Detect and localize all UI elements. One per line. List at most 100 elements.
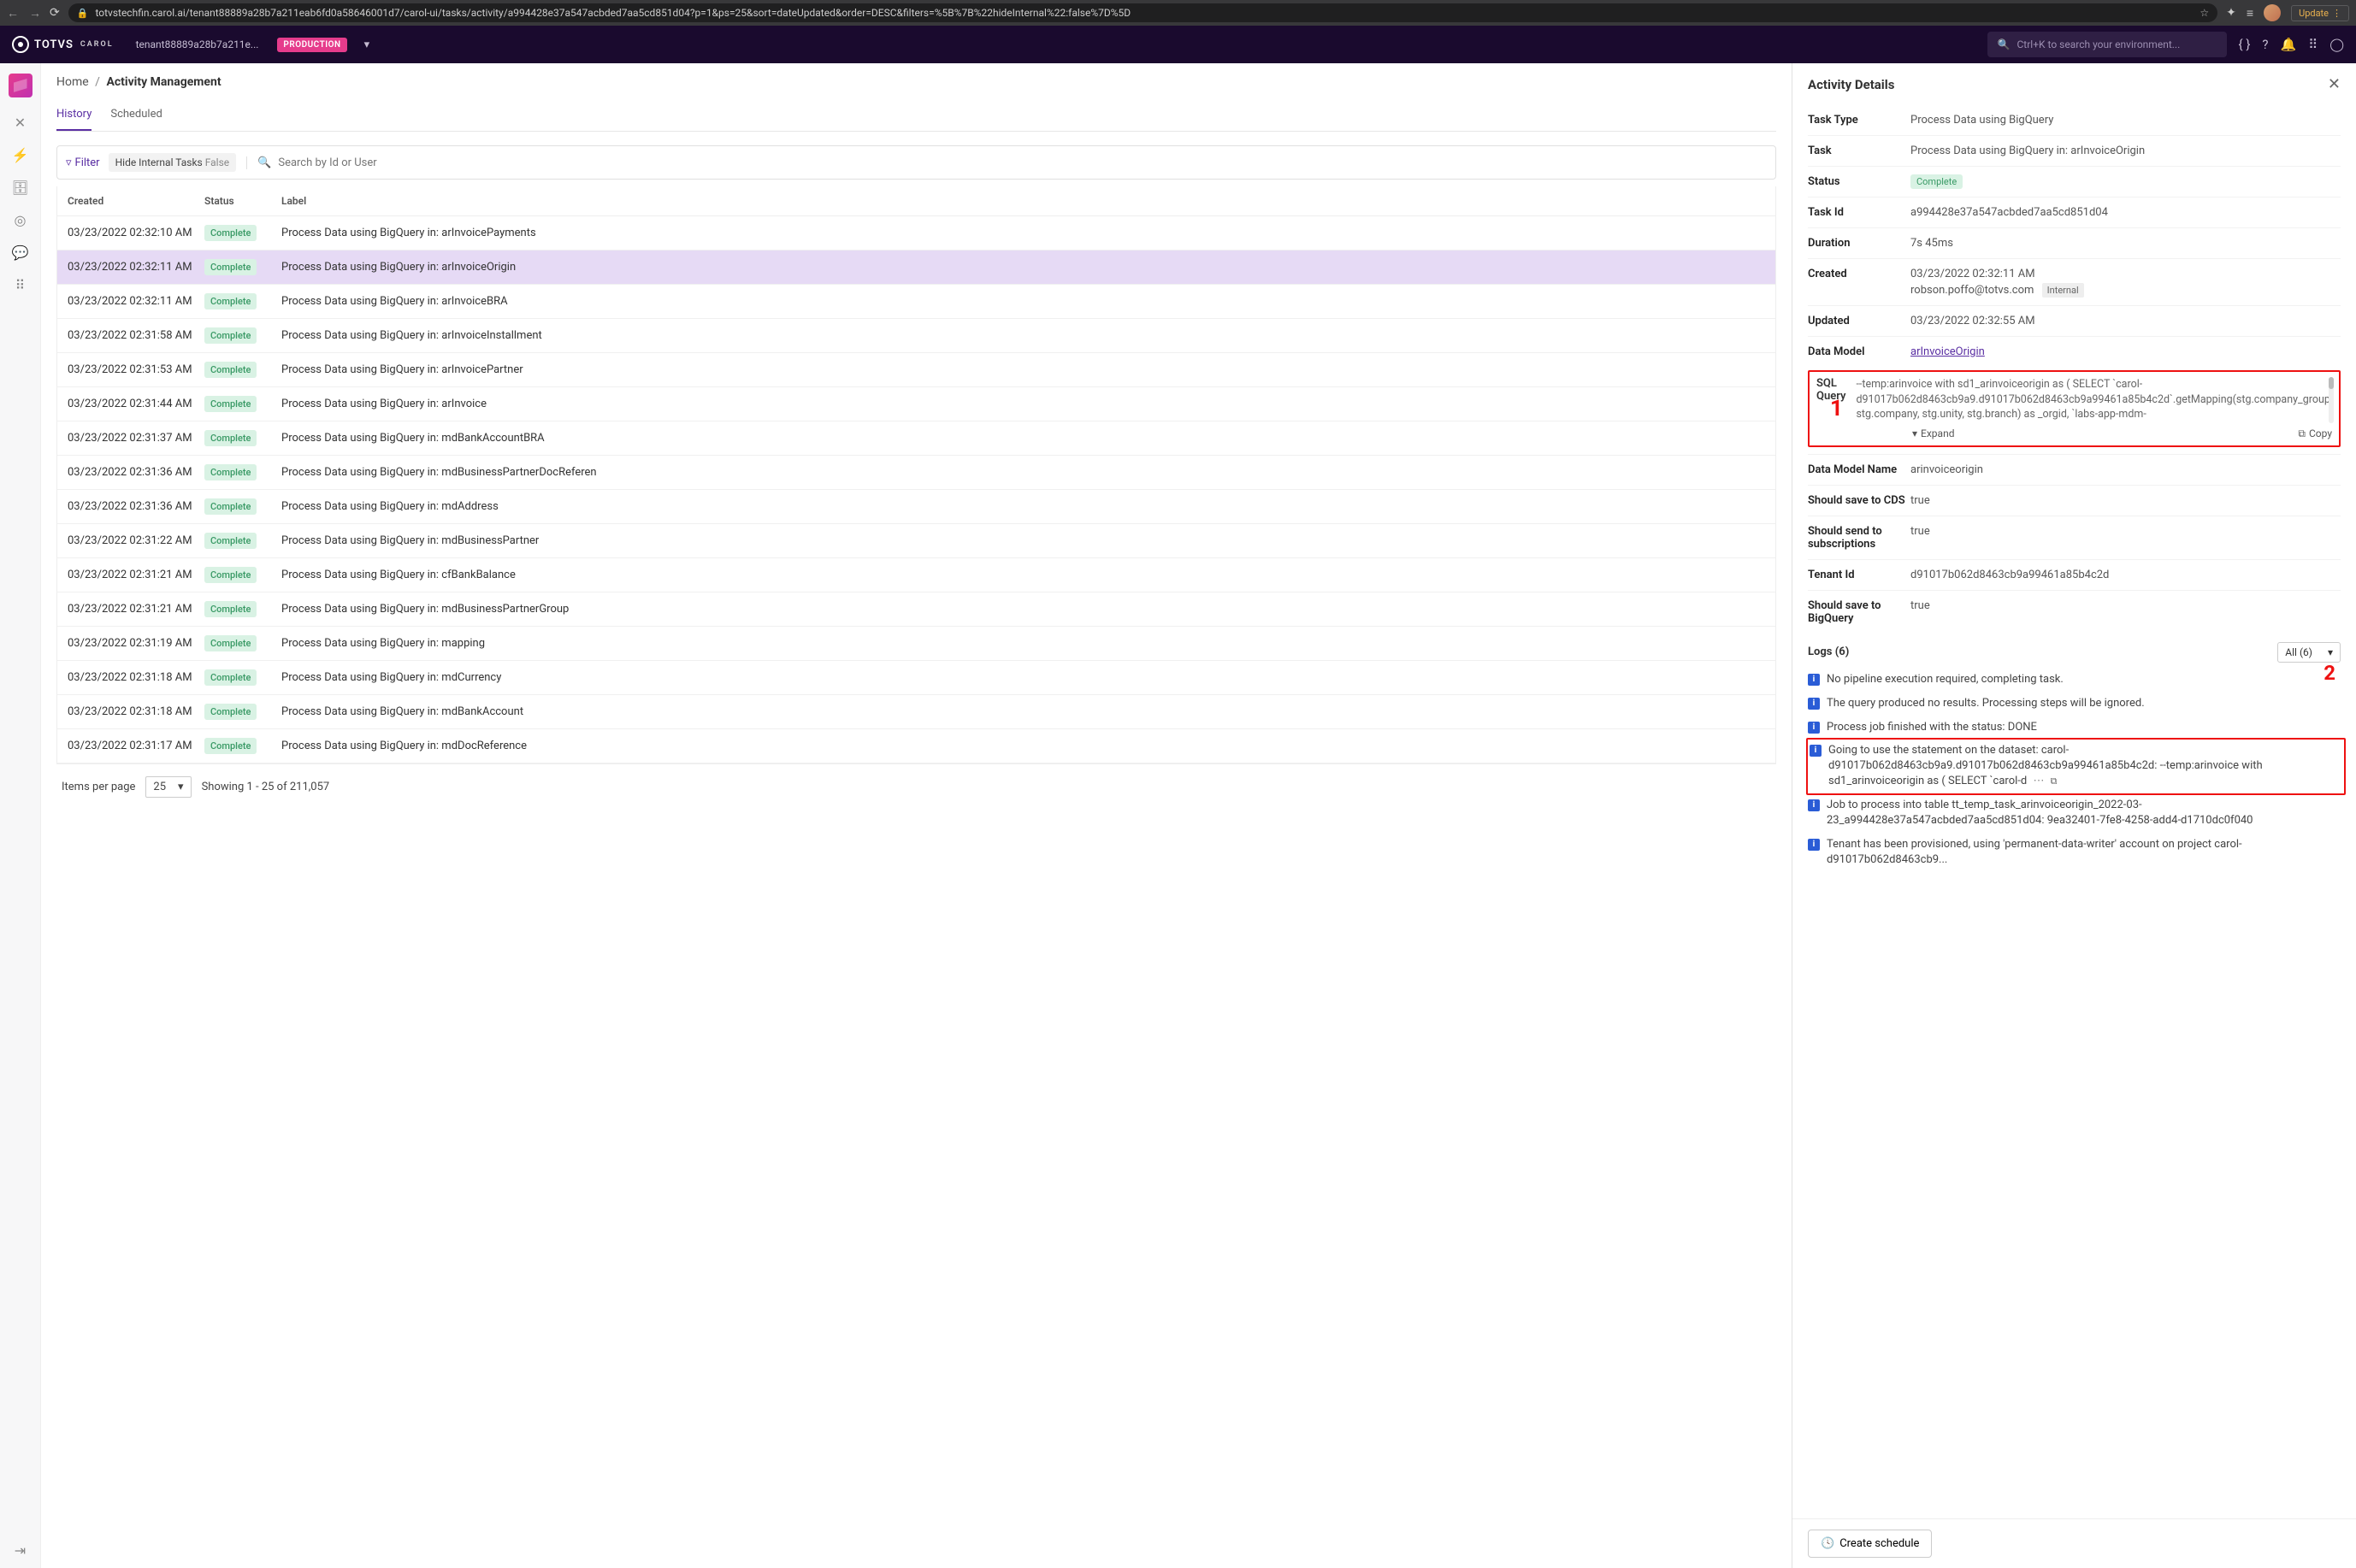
sql-query-block: 1 SQL Query --temp:arinvoice with sd1_ar… [1808, 370, 2341, 447]
tab-scheduled[interactable]: Scheduled [110, 99, 162, 131]
copy-icon[interactable]: ⧉ [2051, 775, 2058, 787]
status-badge: Complete [204, 259, 257, 275]
status-badge: Complete [204, 362, 257, 378]
rail-grid-icon[interactable]: ⠿ [13, 277, 28, 292]
field-task-value: Process Data using BigQuery in: arInvoic… [1910, 144, 2341, 157]
search-icon: 🔍 [257, 156, 271, 169]
field-datamodel-link[interactable]: arInvoiceOrigin [1910, 345, 1985, 358]
apps-grid-icon[interactable]: ⠿ [2308, 37, 2318, 52]
table-row[interactable]: 03/23/2022 02:31:18 AMCompleteProcess Da… [57, 695, 1775, 729]
table-row[interactable]: 03/23/2022 02:32:11 AMComplete Process Da… [57, 251, 1775, 285]
rail-chat-icon[interactable]: 💬 [13, 245, 28, 260]
close-icon[interactable]: ✕ [2328, 75, 2341, 93]
create-schedule-button[interactable]: 🕓 Create schedule [1808, 1530, 1932, 1558]
table-row[interactable]: 03/23/2022 02:32:10 AMCompleteProcess Da… [57, 216, 1775, 251]
list-search-input[interactable] [278, 156, 1767, 169]
rail-database-icon[interactable]: 🗄 [13, 180, 28, 195]
table-row[interactable]: 03/23/2022 02:31:21 AMCompleteProcess Da… [57, 592, 1775, 627]
activity-list-panel: Home / Activity Management History Sched… [41, 63, 1792, 1568]
code-icon[interactable]: { } [2239, 37, 2251, 52]
items-per-page-select[interactable]: 25 ▾ [145, 776, 191, 798]
notifications-icon[interactable]: 🔔 [2281, 37, 2297, 52]
tenant-caret-icon[interactable]: ▾ [364, 38, 370, 51]
table-row[interactable]: 03/23/2022 02:31:36 AMCompleteProcess Da… [57, 456, 1775, 490]
reading-list-icon[interactable]: ≡ [2247, 6, 2253, 21]
update-button[interactable]: Update⋮ [2291, 5, 2349, 21]
user-icon[interactable]: ◯ [2329, 37, 2344, 52]
rail-compass-icon[interactable]: ◎ [13, 212, 28, 227]
table-row[interactable]: 03/23/2022 02:32:11 AMCompleteProcess Da… [57, 285, 1775, 319]
table-row[interactable]: 03/23/2022 02:31:19 AMCompleteProcess Da… [57, 627, 1775, 661]
field-sql-value[interactable]: --temp:arinvoice with sd1_arinvoiceorigi… [1856, 377, 2332, 422]
showing-text: Showing 1 - 25 of 211,057 [202, 781, 330, 793]
brand-name: TOTVS [34, 38, 74, 51]
row-label: Process Data using BigQuery in: mdBankAc… [281, 705, 1765, 718]
field-sendsubs-value: true [1910, 525, 2341, 538]
chrome-actions: ✦ ≡ Update⋮ [2226, 4, 2349, 21]
field-savecds-value: true [1910, 494, 2341, 507]
status-badge: Complete [204, 704, 257, 720]
table-row[interactable]: 03/23/2022 02:31:22 AMCompleteProcess Da… [57, 524, 1775, 558]
row-label: Process Data using BigQuery in: cfBankBa… [281, 569, 1765, 581]
row-label: Process Data using BigQuery in: mdDocRef… [281, 740, 1765, 752]
rail-shuffle-icon[interactable]: ✕ [13, 115, 28, 130]
brand-logo-icon [12, 36, 29, 53]
row-label: Process Data using BigQuery in: arInvoic… [281, 261, 1765, 274]
search-icon: 🔍 [1998, 38, 2011, 50]
info-icon: i [1810, 745, 1822, 757]
status-badge: Complete [204, 498, 257, 515]
col-status[interactable]: Status [204, 195, 281, 207]
global-search[interactable]: 🔍 Ctrl+K to search your environment... [1987, 32, 2227, 57]
table-row[interactable]: 03/23/2022 02:31:53 AMCompleteProcess Da… [57, 353, 1775, 387]
brand-logo[interactable]: TOTVS CAROL [12, 36, 114, 53]
star-icon[interactable]: ☆ [2200, 7, 2209, 19]
log-line: iJob to process into table tt_temp_task_… [1808, 793, 2341, 833]
copy-button[interactable]: ⧉Copy [2298, 427, 2332, 440]
row-created: 03/23/2022 02:32:11 AM [68, 261, 204, 274]
activity-details-panel: Activity Details ✕ Task TypeProcess Data… [1792, 63, 2356, 1568]
reload-icon[interactable]: ⟳ [50, 6, 60, 20]
tab-history[interactable]: History [56, 99, 92, 131]
table-row[interactable]: 03/23/2022 02:31:44 AMCompleteProcess Da… [57, 387, 1775, 421]
help-icon[interactable]: ? [2262, 37, 2268, 52]
rail-collapse-icon[interactable]: ⇥ [13, 1542, 28, 1558]
table-row[interactable]: 03/23/2022 02:31:58 AMCompleteProcess Da… [57, 319, 1775, 353]
col-label[interactable]: Label [281, 195, 1765, 207]
log-text: No pipeline execution required, completi… [1827, 672, 2064, 687]
expand-button[interactable]: ▾Expand [1912, 427, 1954, 439]
field-created-value: 03/23/2022 02:32:11 AM robson.poffo@totv… [1910, 268, 2341, 297]
tenant-name[interactable]: tenant88889a28b7a211e... [136, 38, 259, 50]
extensions-icon[interactable]: ✦ [2226, 6, 2236, 20]
table-row[interactable]: 03/23/2022 02:31:17 AMCompleteProcess Da… [57, 729, 1775, 763]
status-badge: Complete [204, 533, 257, 549]
row-label: Process Data using BigQuery in: mdBusine… [281, 466, 1765, 479]
url-bar[interactable]: 🔒 totvstechfin.carol.ai/tenant88889a28b7… [68, 3, 2217, 22]
row-created: 03/23/2022 02:31:17 AM [68, 740, 204, 752]
ellipsis-icon[interactable]: ⋯ [2033, 775, 2044, 787]
filter-button[interactable]: ▿ Filter [66, 156, 100, 169]
page-tabs: History Scheduled [56, 99, 1776, 132]
sql-scrollbar[interactable] [2329, 377, 2334, 423]
filter-chip-hide-internal[interactable]: Hide Internal Tasks False [109, 153, 237, 172]
rail-power-icon[interactable]: ⚡ [13, 147, 28, 162]
back-icon[interactable]: ← [7, 6, 19, 21]
profile-avatar-icon[interactable] [2264, 4, 2281, 21]
status-badge: Complete [204, 669, 257, 686]
rail-app-icon[interactable] [9, 74, 32, 97]
details-title: Activity Details [1808, 77, 1894, 92]
field-taskid-value: a994428e37a547acbded7aa5cd851d04 [1910, 206, 2341, 219]
table-row[interactable]: 03/23/2022 02:31:21 AMCompleteProcess Da… [57, 558, 1775, 592]
logs-filter-select[interactable]: All (6)▾ [2277, 642, 2341, 663]
forward-icon[interactable]: → [29, 6, 41, 21]
annotation-1: 1 [1830, 396, 1843, 421]
col-created[interactable]: Created [68, 195, 204, 207]
field-tasktype-value: Process Data using BigQuery [1910, 114, 2341, 127]
copy-icon: ⧉ [2298, 427, 2306, 440]
table-row[interactable]: 03/23/2022 02:31:37 AMCompleteProcess Da… [57, 421, 1775, 456]
table-row[interactable]: 03/23/2022 02:31:18 AMCompleteProcess Da… [57, 661, 1775, 695]
list-search[interactable]: 🔍 [246, 156, 1767, 169]
table-row[interactable]: 03/23/2022 02:31:36 AMCompleteProcess Da… [57, 490, 1775, 524]
breadcrumb-home[interactable]: Home [56, 75, 89, 89]
row-label: Process Data using BigQuery in: arInvoic… [281, 329, 1765, 342]
log-line: iNo pipeline execution required, complet… [1808, 668, 2341, 692]
